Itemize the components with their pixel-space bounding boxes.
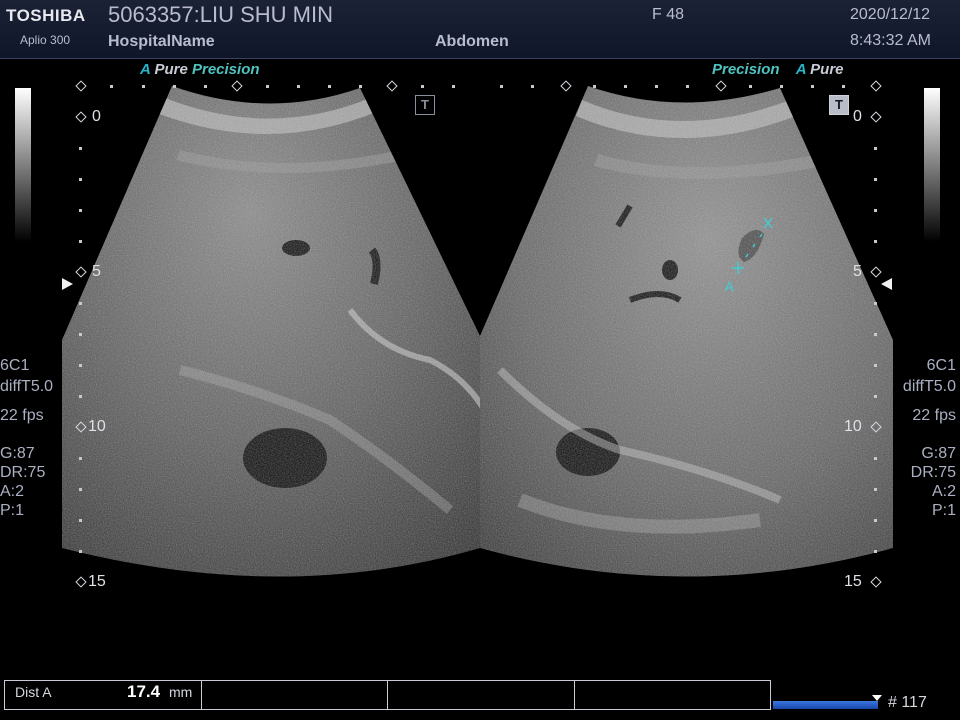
frame-counter: # 117 — [888, 694, 927, 711]
mode-label: diffT5.0 — [0, 378, 54, 395]
right-focus-marker-icon[interactable] — [881, 278, 893, 290]
hospital-name: HospitalName — [108, 33, 215, 50]
gain-label: G:87 — [921, 445, 956, 462]
left-transducer-icon[interactable]: T — [415, 95, 435, 115]
right-grayscale-bar — [924, 88, 940, 242]
brand-a: A — [140, 61, 151, 78]
patient-id: 5063357:LIU SHU MIN — [108, 2, 333, 27]
probe-label: 6C1 — [0, 357, 30, 374]
depth-label: 10 — [844, 418, 862, 435]
p-label: P:1 — [0, 502, 25, 519]
measurement-cell-dist-a: Dist A 17.4 mm — [5, 681, 202, 709]
right-brand-line: Precision A Pure — [712, 61, 844, 78]
probe-label: 6C1 — [926, 357, 956, 374]
caliper-label: A — [725, 279, 734, 294]
ultrasound-view — [62, 86, 893, 577]
cine-progress-bar[interactable] — [773, 701, 878, 709]
brand-a: A — [795, 61, 806, 78]
measurement-unit: mm — [169, 684, 193, 700]
depth-label: 10 — [88, 418, 106, 435]
depth-label: 15 — [88, 573, 106, 590]
dr-label: DR:75 — [910, 464, 956, 481]
brand-precision: Precision — [712, 61, 780, 78]
measurement-cell-empty — [575, 681, 770, 709]
header-bar: TOSHIBA Aplio 300 5063357:LIU SHU MIN Ho… — [0, 0, 960, 59]
right-params: 6C1 diffT5.0 22 fps G:87 DR:75 A:2 P:1 — [903, 355, 956, 521]
measurement-panel: Dist A 17.4 mm — [4, 680, 771, 710]
fps-label: 22 fps — [0, 407, 44, 424]
right-transducer-icon[interactable]: T — [829, 95, 849, 115]
a-label: A:2 — [931, 483, 956, 500]
left-focus-marker-icon[interactable] — [62, 278, 74, 290]
depth-label: 0 — [853, 108, 862, 125]
dr-label: DR:75 — [0, 464, 46, 481]
exam-time: 8:43:32 AM — [850, 32, 931, 49]
brand-pure: Pure — [810, 61, 844, 78]
a-label: A:2 — [0, 483, 25, 500]
brand-logo: TOSHIBA — [6, 6, 86, 25]
left-params: 6C1 diffT5.0 22 fps G:87 DR:75 A:2 P:1 — [0, 355, 53, 521]
exam-preset: Abdomen — [435, 33, 509, 50]
mode-label: diffT5.0 — [902, 378, 956, 395]
patient-sex-age: F 48 — [652, 6, 685, 23]
cine-position-icon[interactable] — [872, 695, 882, 701]
brand-precision: Precision — [191, 61, 260, 78]
fps-label: 22 fps — [912, 407, 956, 424]
measurement-cell-empty — [201, 681, 388, 709]
p-label: P:1 — [931, 502, 956, 519]
model-name: Aplio 300 — [20, 33, 71, 47]
left-brand-line: A Pure Precision — [140, 61, 260, 78]
depth-label: 5 — [92, 263, 101, 280]
left-sonogram — [62, 86, 480, 577]
depth-label: 15 — [844, 573, 862, 590]
measurement-cell-empty — [388, 681, 575, 709]
depth-label: 5 — [853, 263, 862, 280]
depth-label: 0 — [92, 108, 101, 125]
right-sonogram — [480, 86, 893, 577]
gain-label: G:87 — [0, 445, 35, 462]
brand-pure: Pure — [154, 61, 188, 78]
measurement-label: Dist A — [15, 684, 52, 700]
measurement-value: 17.4 — [127, 682, 161, 701]
exam-date: 2020/12/12 — [850, 6, 931, 23]
left-grayscale-bar — [15, 88, 31, 242]
